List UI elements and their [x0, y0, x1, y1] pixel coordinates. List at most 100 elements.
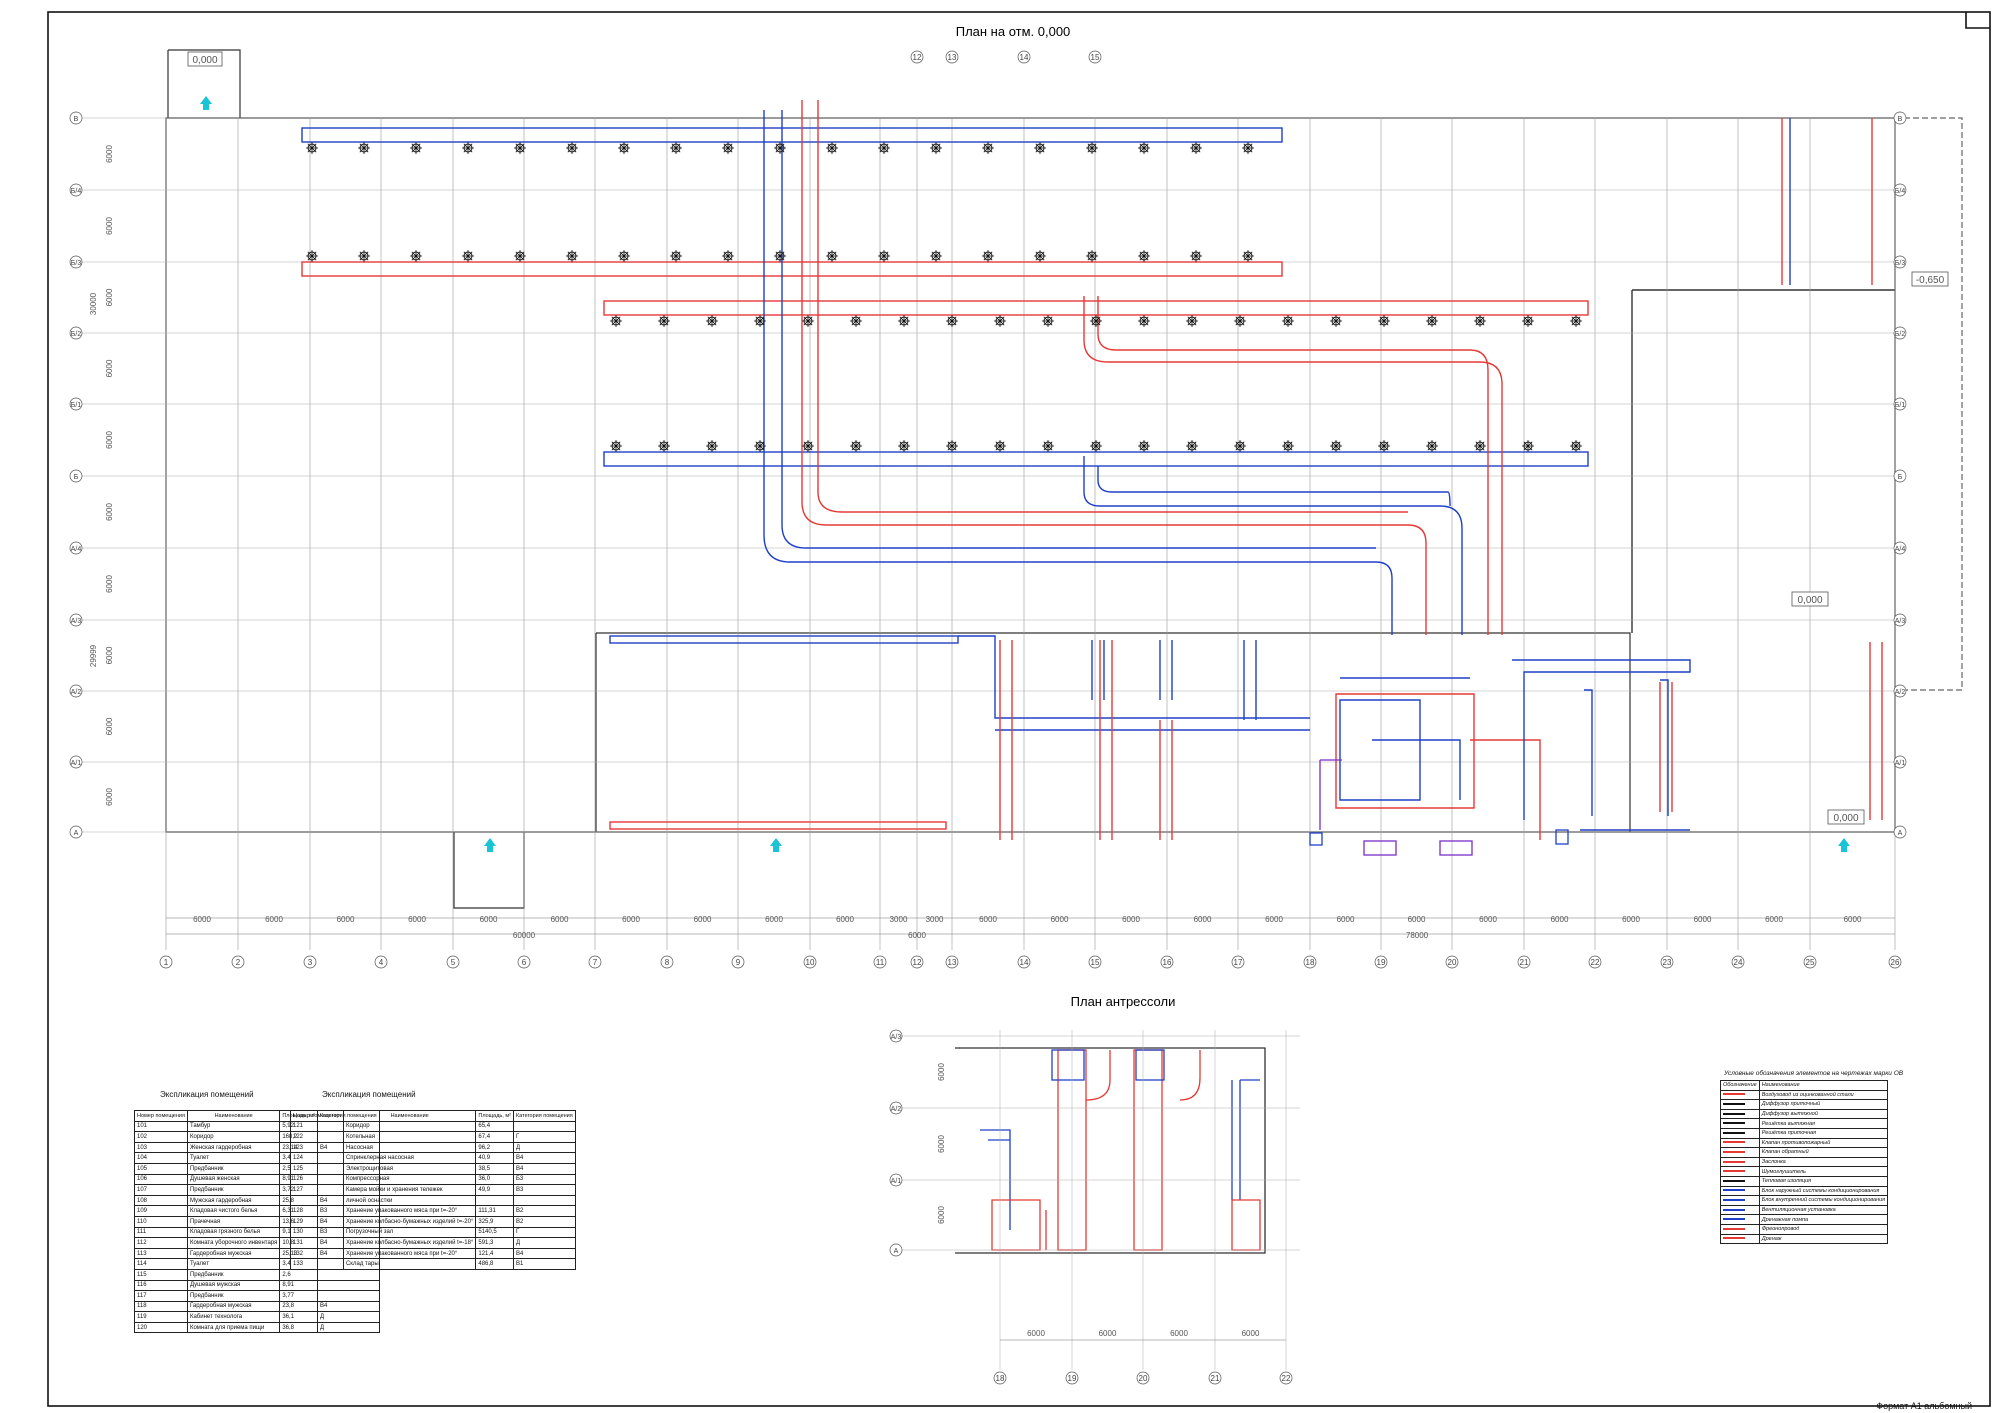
table-cell: Спринклерная насосная: [342, 1152, 477, 1164]
col-dim-1: 6000: [265, 915, 283, 924]
legend-symbol: [1720, 1233, 1760, 1245]
table-cell: Хранение колбасно-бумажных изделий t=-18…: [342, 1237, 477, 1249]
mezz-axis-label-row-2: А/1: [891, 1178, 902, 1185]
axis-label-top-14: 14: [1020, 53, 1029, 62]
axis-label-col-19: 19: [1377, 958, 1386, 967]
axis-label-row-5-left: Б: [74, 474, 79, 481]
table-cell: Котельная: [342, 1131, 477, 1143]
table-cell: Д: [316, 1311, 380, 1323]
col-dim-14: 6000: [1122, 915, 1140, 924]
legend-symbol: [1720, 1108, 1760, 1120]
table-cell: Склад тары: [342, 1258, 477, 1270]
mezz-axis-label-col-22: 22: [1282, 1374, 1291, 1383]
axis-label-col-17: 17: [1234, 958, 1243, 967]
axis-label-row-0-left: В: [74, 116, 79, 123]
col-dim-18: 6000: [1408, 915, 1426, 924]
duct-network: [301, 100, 1883, 840]
axis-label-row-1-left: Б/4: [71, 188, 82, 195]
diffuser-symbol: [946, 440, 958, 452]
table-row: 131 Хранение колбасно-бумажных изделий t=…: [290, 1237, 576, 1249]
diffuser-symbol: [850, 315, 862, 327]
table-cell: В3: [512, 1184, 576, 1196]
diffuser-symbol: [1186, 440, 1198, 452]
mezz-axis-label-col-19: 19: [1068, 1374, 1077, 1383]
diffuser-symbol: [1042, 440, 1054, 452]
mezz-axis-label-row-3: А: [894, 1248, 899, 1255]
col-dim-23: 6000: [1765, 915, 1783, 924]
table-cell: 130: [290, 1226, 344, 1239]
diffuser-symbol: [1426, 315, 1438, 327]
table-cell: Предбанник: [186, 1162, 281, 1175]
table-cell: 38,5: [475, 1162, 514, 1175]
axis-label-col-9: 9: [736, 958, 741, 967]
table-cell: Д: [512, 1237, 576, 1249]
legend-row: Заслонка: [1720, 1156, 1889, 1168]
axis-label-row-5-right: Б: [1898, 474, 1903, 481]
col-dim-7: 6000: [694, 915, 712, 924]
row-dim-total-lower: 29999: [89, 644, 98, 667]
legend-label: Диффузор вытяжной: [1758, 1108, 1889, 1120]
table-cell: 117: [134, 1290, 188, 1302]
row-dim-6: 6000: [105, 575, 114, 593]
legend-label: Шумоглушитель: [1758, 1166, 1889, 1177]
diffuser-symbol: [306, 142, 318, 154]
table-cell: 123: [290, 1141, 344, 1154]
duct-right-block-red: [1335, 693, 1541, 840]
table-cell: 49,9: [475, 1184, 514, 1196]
col-dim-4: 6000: [480, 915, 498, 924]
col-dim-13: 6000: [1051, 915, 1069, 924]
axis-label-row-2-left: Б/3: [71, 260, 82, 267]
axis-label-top-15: 15: [1091, 53, 1100, 62]
table-row: 120 Комната для приема пищи 36,8 Д: [134, 1321, 380, 1334]
diffuser-symbol: [618, 142, 630, 154]
axis-label-row-10-left: А: [74, 830, 79, 837]
table-row: 119 Кабинет технолога 36,1 Д: [134, 1311, 380, 1323]
diffuser-symbol: [306, 250, 318, 262]
legend-label: Фреонопровод: [1758, 1223, 1889, 1235]
table-cell: 65,4: [475, 1120, 514, 1133]
table-cell: В4: [316, 1300, 380, 1313]
table-cell: В1: [512, 1258, 576, 1270]
axis-label-top-13: 13: [948, 53, 957, 62]
mezz-axis-label-col-20: 20: [1139, 1374, 1148, 1383]
table-cell: Хранение упакованного мяса при t=-20°: [342, 1247, 477, 1260]
diffuser-symbol: [1034, 250, 1046, 262]
table-row: 132 Хранение упакованного мяса при t=-20°…: [290, 1247, 576, 1260]
diffuser-symbol: [994, 440, 1006, 452]
diffuser-symbol: [566, 250, 578, 262]
axis-label-col-8: 8: [665, 958, 670, 967]
legend-row: Диффузор приточный: [1720, 1099, 1889, 1110]
table-row: 118 Гардеробная мужская 23,8 В4: [134, 1300, 380, 1313]
axis-label-col-23: 23: [1663, 958, 1672, 967]
diffuser-symbol: [566, 142, 578, 154]
diffuser-symbol: [898, 315, 910, 327]
diffuser-symbol: [1282, 440, 1294, 452]
legend-label: Дренаж: [1758, 1233, 1889, 1245]
row-dim-1: 6000: [105, 217, 114, 235]
table-cell: 110: [134, 1215, 188, 1228]
diffuser-symbol: [1522, 440, 1534, 452]
table-row: 125 Электрощитовая 38,5 В4: [290, 1162, 576, 1175]
axis-label-col-10: 10: [806, 958, 815, 967]
diffuser-symbol: [898, 440, 910, 452]
table-cell: Хранение упакованного мяса при t=-20°: [342, 1205, 477, 1217]
table-cell: [512, 1194, 576, 1207]
duct-risers-red: [999, 640, 1173, 840]
diffuser-symbol: [1242, 250, 1254, 262]
legend-symbol: [1720, 1118, 1760, 1129]
legend-label: Решётка приточная: [1758, 1127, 1889, 1139]
legend-label: Вентиляционная установка: [1758, 1204, 1889, 1216]
axis-label-col-21: 21: [1520, 958, 1529, 967]
legend-label: Клапан обратный: [1758, 1147, 1889, 1158]
axis-label-col-4: 4: [379, 958, 384, 967]
axis-label-row-10-right: А: [1898, 830, 1903, 837]
axis-label-row-4-left: Б/1: [71, 402, 82, 409]
diffuser-symbol: [706, 315, 718, 327]
axis-label-row-4-right: Б/1: [1895, 402, 1906, 409]
level-mark-top-left: 0,000: [192, 55, 217, 66]
diffuser-symbol: [670, 142, 682, 154]
diffuser-symbol: [1138, 142, 1150, 154]
table-cell: Кладовая чистого белья: [186, 1205, 281, 1217]
table-header-cell: Номер помещения: [134, 1110, 188, 1122]
table-row: 127 Камера мойки и хранения тележек 49,9 В3: [290, 1184, 576, 1196]
